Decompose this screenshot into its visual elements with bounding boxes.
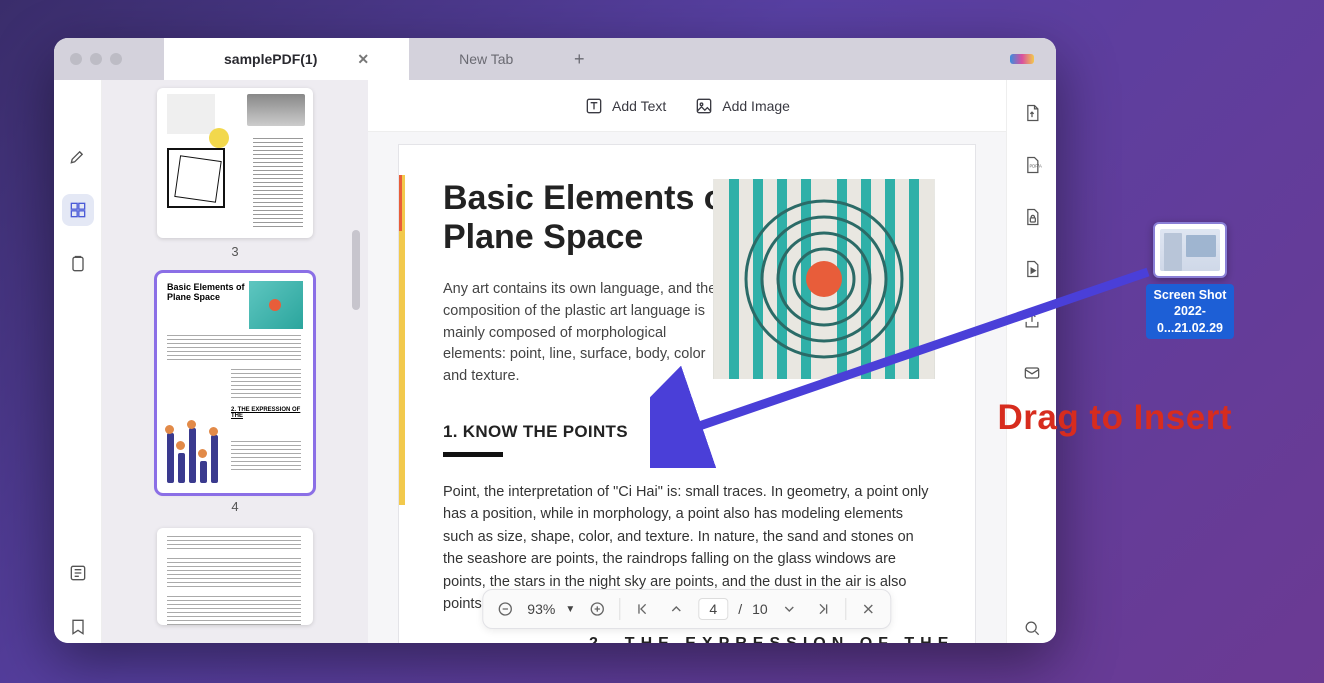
play-file-icon[interactable] <box>1017 254 1047 284</box>
current-page-input[interactable]: 4 <box>698 598 728 620</box>
add-tab-button[interactable]: + <box>563 49 595 70</box>
image-icon <box>694 96 714 116</box>
thumbnail-number: 3 <box>231 244 238 259</box>
thumb-sub: 2. THE EXPRESSION OF THE <box>231 407 301 419</box>
minimize-window-button[interactable] <box>90 53 102 65</box>
next-page-button[interactable] <box>778 597 802 621</box>
page-content[interactable]: Basic Elements of Plane Space Any art co… <box>398 144 976 643</box>
thumbnail-panel[interactable]: 3 Basic Elements of Plane Space 2. THE E… <box>102 80 368 643</box>
highlighter-icon[interactable] <box>62 140 94 172</box>
zoom-dropdown-icon[interactable]: ▼ <box>565 604 575 615</box>
page-sub2: 2. THE EXPRESSION OF THE <box>589 635 954 643</box>
zoom-in-button[interactable] <box>585 597 609 621</box>
add-text-button[interactable]: Add Text <box>584 96 666 116</box>
document-area: Add Text Add Image Basic Elements of Pla… <box>368 80 1006 643</box>
close-zoom-bar-button[interactable] <box>857 597 881 621</box>
pdfa-icon[interactable]: PDF/A <box>1017 150 1047 180</box>
page-thumbnail-selected[interactable]: Basic Elements of Plane Space 2. THE EXP… <box>157 273 313 492</box>
clipboard-icon[interactable] <box>62 248 94 280</box>
page-thumbnail[interactable] <box>157 528 313 625</box>
close-tab-icon[interactable]: ✕ <box>357 51 369 68</box>
bookmark-icon[interactable] <box>62 611 94 643</box>
page-title: Basic Elements of Plane Space <box>443 179 743 257</box>
lock-file-icon[interactable] <box>1017 202 1047 232</box>
zoom-percent[interactable]: 93% <box>527 601 555 617</box>
last-page-button[interactable] <box>812 597 836 621</box>
page-thumbnail[interactable] <box>157 88 313 238</box>
fullscreen-window-button[interactable] <box>110 53 122 65</box>
zoom-out-button[interactable] <box>493 597 517 621</box>
total-pages: 10 <box>752 601 768 617</box>
tab-new[interactable]: New Tab <box>409 38 563 80</box>
page-intro: Any art contains its own language, and t… <box>443 279 723 388</box>
thumbnails-icon[interactable] <box>62 194 94 226</box>
share-icon[interactable] <box>1017 306 1047 336</box>
brand-icon <box>1010 54 1034 64</box>
add-image-label: Add Image <box>722 98 790 114</box>
right-toolbar: PDF/A <box>1006 80 1056 643</box>
search-icon[interactable] <box>1017 613 1047 643</box>
mail-icon[interactable] <box>1017 358 1047 388</box>
tab-label: New Tab <box>459 51 513 67</box>
page-h2: 1. KNOW THE POINTS <box>443 422 931 442</box>
titlebar: samplePDF(1) ✕ New Tab + <box>54 38 1056 80</box>
thumb-title: Basic Elements of Plane Space <box>167 283 247 303</box>
add-image-button[interactable]: Add Image <box>694 96 790 116</box>
file-thumb-icon <box>1153 222 1227 278</box>
first-page-button[interactable] <box>630 597 654 621</box>
convert-icon[interactable] <box>1017 98 1047 128</box>
zoom-bar: 93% ▼ 4 / 10 <box>482 589 891 629</box>
text-icon <box>584 96 604 116</box>
tab-active[interactable]: samplePDF(1) ✕ <box>164 38 409 80</box>
desktop-file[interactable]: Screen Shot2022-0...21.02.29 <box>1146 222 1234 339</box>
app-window: samplePDF(1) ✕ New Tab + 3 <box>54 38 1056 643</box>
annotation-text: Drag to Insert <box>997 398 1232 438</box>
tab-label: samplePDF(1) <box>224 51 317 67</box>
document-canvas[interactable]: Basic Elements of Plane Space Any art co… <box>368 132 1006 643</box>
prev-page-button[interactable] <box>664 597 688 621</box>
add-text-label: Add Text <box>612 98 666 114</box>
page-hero-image <box>713 179 935 379</box>
tab-strip: samplePDF(1) ✕ New Tab + <box>164 38 595 80</box>
heading-rule <box>443 452 503 457</box>
scrollbar-thumb[interactable] <box>352 230 360 310</box>
thumbnail-number: 4 <box>231 499 238 514</box>
svg-text:PDF/A: PDF/A <box>1029 164 1041 169</box>
close-window-button[interactable] <box>70 53 82 65</box>
document-toolbar: Add Text Add Image <box>368 80 1006 132</box>
file-name-label: Screen Shot2022-0...21.02.29 <box>1146 284 1234 339</box>
page-sep: / <box>738 601 742 617</box>
traffic-lights <box>70 53 122 65</box>
left-toolbar <box>54 80 102 643</box>
ocr-icon[interactable] <box>62 557 94 589</box>
